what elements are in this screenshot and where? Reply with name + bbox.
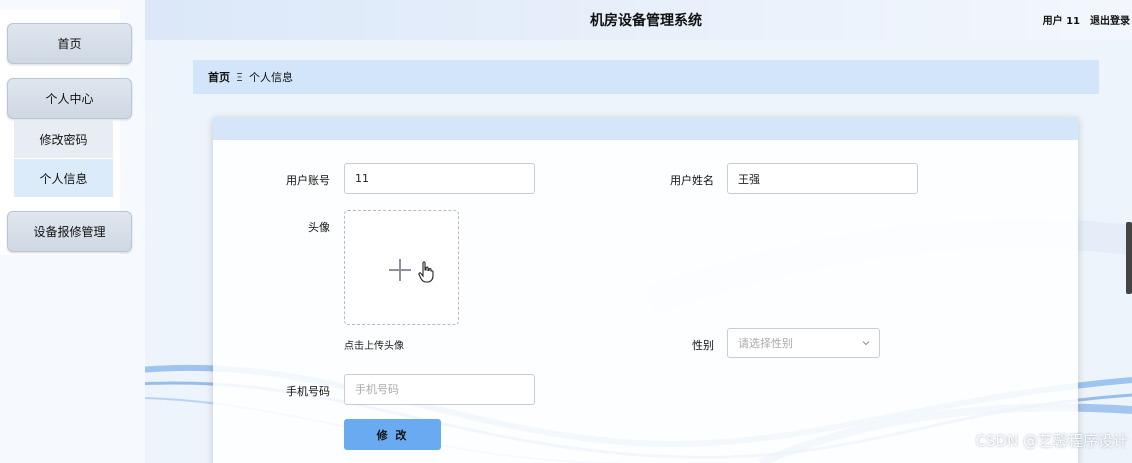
current-user: 用户 11 <box>1042 16 1080 27</box>
breadcrumb-separator-icon: Ξ <box>236 70 243 84</box>
phone-input[interactable] <box>344 374 535 405</box>
sidebar-item-personal-center[interactable]: 个人中心 <box>7 78 132 119</box>
gender-select[interactable]: 请选择性别 <box>727 328 880 358</box>
account-input[interactable] <box>344 163 535 194</box>
hand-pointer-icon <box>418 261 434 283</box>
header: 机房设备管理系统 用户 11 退出登录 <box>145 0 1132 40</box>
profile-form-card: 用户账号 用户姓名 头像 点击上传头像 性别 请选择性别 手机号码 修 改 <box>213 117 1078 463</box>
gender-label: 性别 <box>692 339 714 352</box>
plus-icon <box>389 259 411 281</box>
sidebar-item-repair-management[interactable]: 设备报修管理 <box>7 211 132 252</box>
sidebar-item-home[interactable]: 首页 <box>7 23 132 64</box>
card-header <box>213 117 1078 140</box>
user-area: 用户 11 退出登录 <box>1043 12 1130 27</box>
avatar-upload[interactable] <box>344 210 459 325</box>
submit-button[interactable]: 修 改 <box>344 419 441 450</box>
chevron-down-icon <box>862 341 870 346</box>
sidebar: 首页 个人中心 修改密码 个人信息 设备报修管理 <box>0 0 145 463</box>
name-input[interactable] <box>727 163 918 194</box>
breadcrumb: 首页 Ξ 个人信息 <box>193 60 1099 94</box>
sidebar-item-change-password[interactable]: 修改密码 <box>14 120 113 158</box>
name-label: 用户姓名 <box>670 174 714 187</box>
scrollbar-thumb[interactable] <box>1126 222 1132 294</box>
watermark: CSDN @艺馨程序设计 <box>975 432 1128 450</box>
gender-placeholder: 请选择性别 <box>738 337 793 350</box>
upload-hint: 点击上传头像 <box>344 341 404 352</box>
avatar-label: 头像 <box>308 221 330 234</box>
app-title: 机房设备管理系统 <box>590 13 702 29</box>
logout-link[interactable]: 退出登录 <box>1090 12 1130 27</box>
phone-label: 手机号码 <box>286 385 330 398</box>
breadcrumb-current: 个人信息 <box>248 71 293 84</box>
sidebar-item-personal-info[interactable]: 个人信息 <box>14 159 113 197</box>
breadcrumb-home[interactable]: 首页 <box>208 69 230 85</box>
account-label: 用户账号 <box>286 174 330 187</box>
